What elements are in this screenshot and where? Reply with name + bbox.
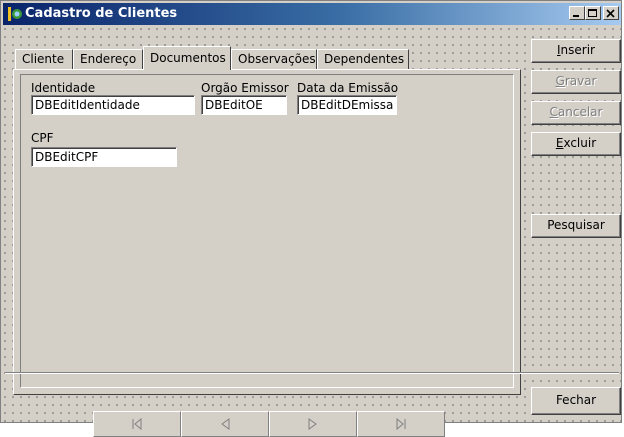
button-label: ancelar (557, 105, 603, 119)
close-icon (606, 9, 615, 18)
title-bar[interactable]: Cadastro de Clientes (3, 3, 621, 25)
nav-first-button[interactable] (93, 411, 181, 437)
prior-record-icon (221, 418, 230, 430)
tab-dependentes[interactable]: Dependentes (317, 49, 409, 69)
data-emissao-field[interactable]: DBEditDEmissa (297, 95, 397, 115)
nav-prior-button[interactable] (181, 411, 269, 437)
main-window: Cadastro de Clientes Cliente Endereço Do… (0, 0, 622, 437)
tab-page-documentos: Identidade DBEditIdentidade Orgão Emisso… (13, 69, 521, 395)
tab-cliente[interactable]: Cliente (15, 49, 73, 69)
button-label: xcluir (563, 136, 597, 150)
inserir-button[interactable]: Inserir (531, 39, 621, 63)
accel-key: G (555, 74, 565, 88)
cancelar-button[interactable]: Cancelar (531, 101, 621, 125)
next-record-icon (308, 418, 317, 430)
client-area: Cliente Endereço Documentos Observações … (3, 27, 621, 437)
first-record-icon (132, 418, 142, 430)
maximize-icon (588, 9, 597, 17)
pesquisar-button[interactable]: Pesquisar (531, 214, 621, 238)
cpf-field[interactable]: DBEditCPF (31, 147, 177, 167)
tab-endereco[interactable]: Endereço (73, 49, 143, 69)
tab-label: Endereço (80, 52, 137, 66)
identidade-field[interactable]: DBEditIdentidade (31, 95, 195, 115)
orgao-emissor-label: Orgão Emissor (201, 81, 289, 95)
close-button[interactable] (603, 6, 619, 20)
nav-last-button[interactable] (357, 411, 445, 437)
tab-label: Documentos (150, 51, 226, 65)
data-emissao-label: Data da Emissão (297, 81, 399, 95)
fechar-button[interactable]: Fechar (531, 387, 621, 415)
documents-panel: Identidade DBEditIdentidade Orgão Emisso… (20, 74, 514, 388)
button-label: nserir (560, 43, 595, 57)
last-record-icon (396, 418, 406, 430)
tab-label: Dependentes (324, 52, 405, 66)
minimize-icon (573, 15, 579, 17)
accel-key: C (549, 105, 558, 119)
bottom-separator (5, 372, 619, 374)
tab-observacoes[interactable]: Observações (231, 49, 317, 69)
identidade-label: Identidade (31, 81, 96, 95)
orgao-emissor-field[interactable]: DBEditOE (201, 95, 287, 115)
tab-documentos[interactable]: Documentos (143, 46, 231, 70)
tab-label: Observações (238, 52, 316, 66)
button-label: ravar (564, 74, 597, 88)
maximize-button[interactable] (585, 6, 601, 20)
app-icon (8, 7, 22, 21)
cpf-label: CPF (31, 131, 54, 145)
gravar-button[interactable]: Gravar (531, 70, 621, 94)
nav-next-button[interactable] (269, 411, 357, 437)
window-title: Cadastro de Clientes (25, 6, 178, 21)
excluir-button[interactable]: Excluir (531, 132, 621, 156)
tab-label: Cliente (22, 52, 65, 66)
minimize-button[interactable] (569, 6, 585, 20)
